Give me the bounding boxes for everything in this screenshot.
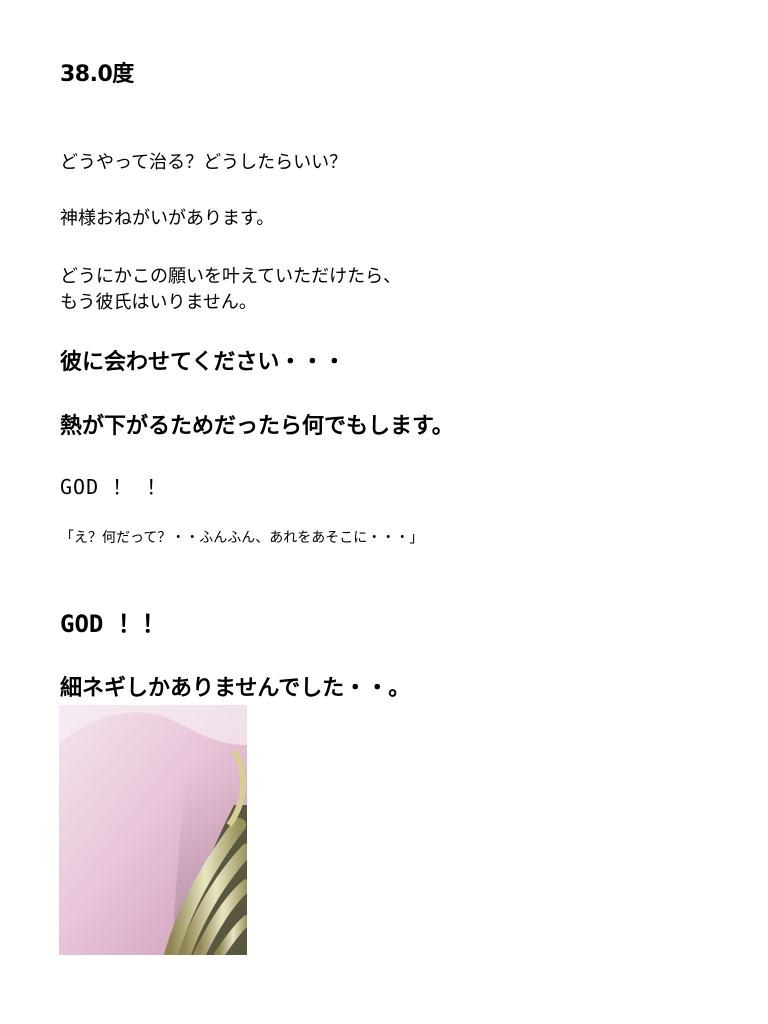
god-exclaim-big: GOD ！！ — [60, 610, 166, 638]
wish-line-1: どうにかこの願いを叶えていただけたら、 — [60, 266, 402, 287]
closing-line: 細ネギしかありませんでした・・。 — [60, 676, 411, 701]
god-exclaim-small: GOD ！ ！ — [60, 475, 168, 499]
plea-see-him: 彼に会わせてください・・・ — [60, 350, 346, 375]
green-onion-photo — [59, 705, 247, 955]
question-line: どうやって治る？どうしたらいい？ — [60, 152, 348, 173]
quote-line: 「え？何だって？・・ふんふん、あれをあそこに・・・」 — [60, 530, 424, 546]
temperature-heading: 38.0度 — [60, 62, 134, 87]
wish-line-2: もう彼氏はいりません。 — [60, 292, 257, 313]
prayer-line: 神様おねがいがあります。 — [60, 208, 275, 229]
plea-fever: 熱が下がるためだったら何でもします。 — [60, 414, 454, 439]
